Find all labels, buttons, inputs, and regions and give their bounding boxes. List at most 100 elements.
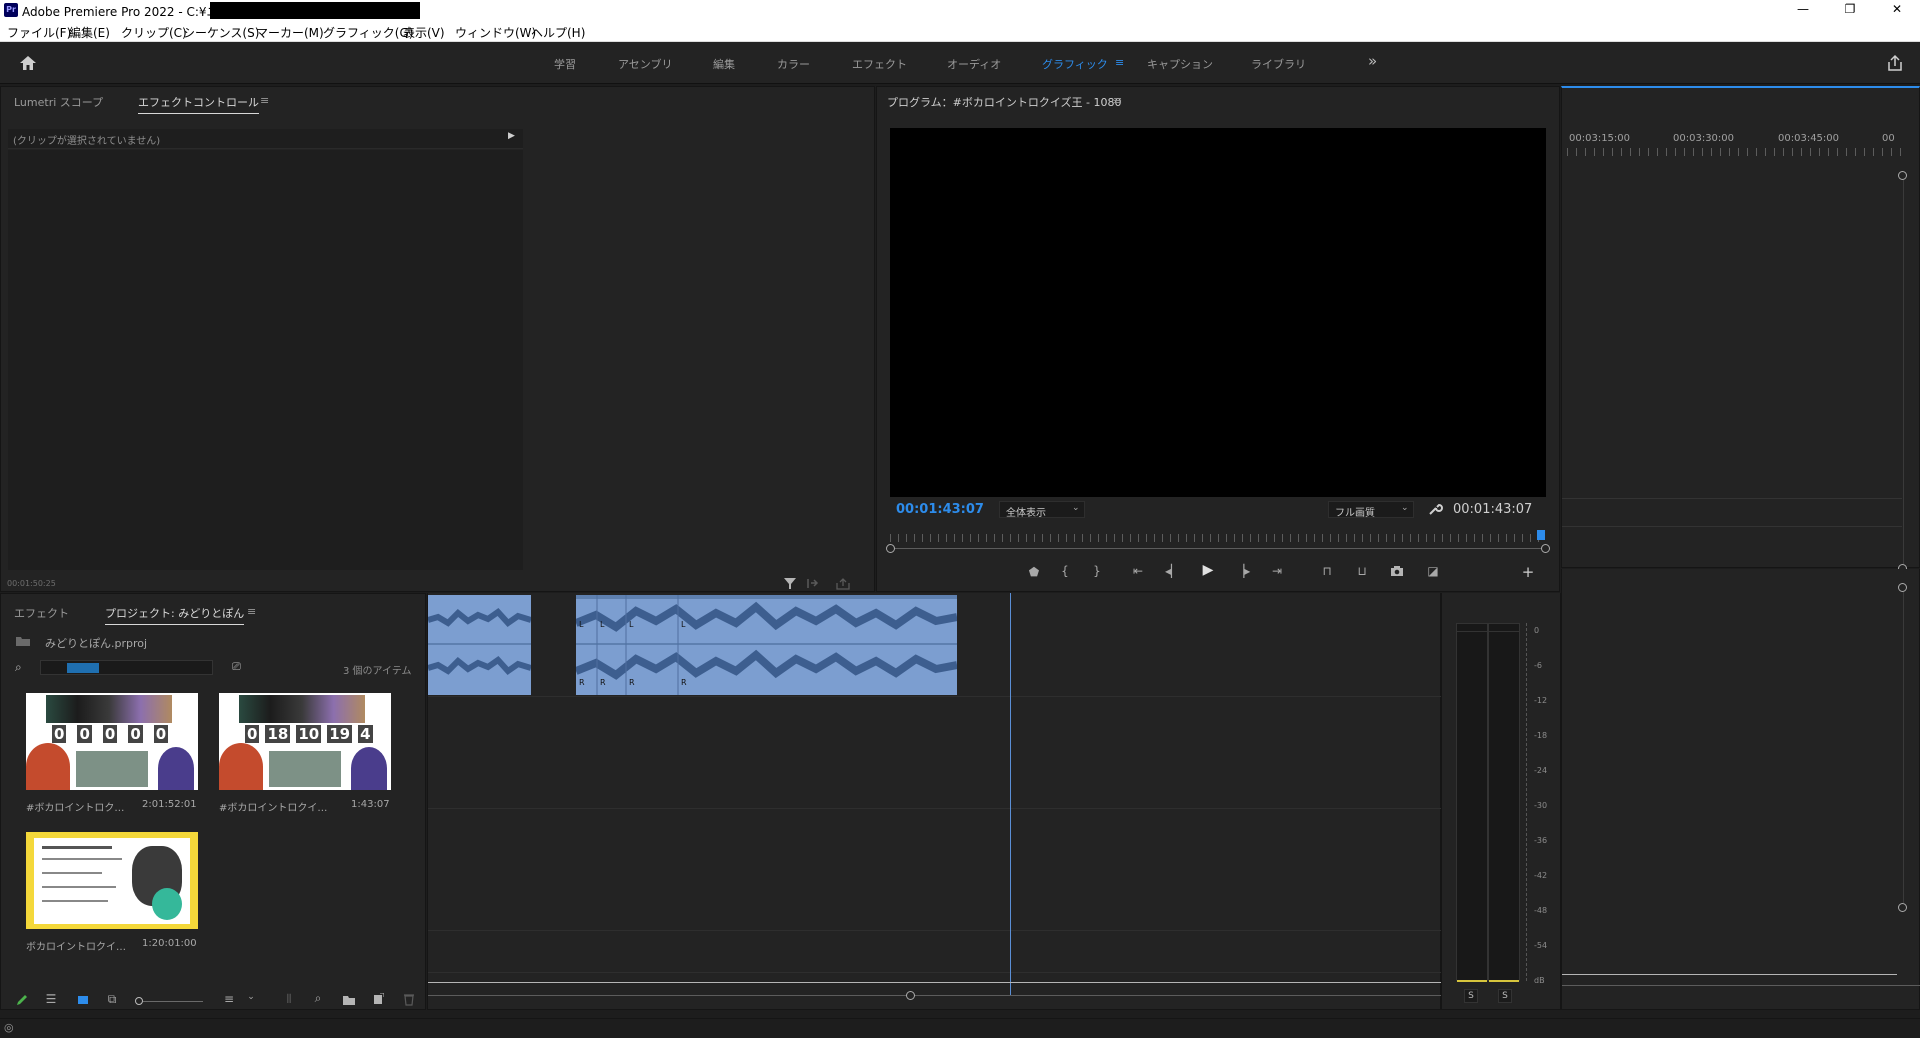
minimize-button[interactable]: — [1788,2,1818,19]
vertical-scrollbar-track[interactable] [1903,174,1904,567]
timeline-scrollbar-track[interactable] [428,995,1441,996]
expand-arrow-icon[interactable]: ▶ [508,131,515,141]
list-view-icon[interactable]: ☰ [43,992,59,1006]
automate-to-sequence-icon[interactable]: ⦀ [281,992,297,1007]
go-to-out-icon[interactable]: ⇥ [1269,564,1285,578]
chevron-down-icon[interactable]: ⌄ [246,992,256,1002]
zoom-slider-handle[interactable] [135,997,143,1005]
current-timecode[interactable]: 00:01:43:07 [896,502,984,517]
workspace-tab-captions[interactable]: キャプション [1147,56,1213,72]
tab-project[interactable]: プロジェクト: みどりとぽん [105,605,245,625]
pencil-icon[interactable] [15,993,29,1007]
freeform-view-icon[interactable]: ⧉ [104,992,120,1007]
export-audio-icon[interactable] [806,577,820,590]
program-monitor-title[interactable]: プログラム：#ボカロイントロクイズ王 - 1080 [887,94,1122,110]
comparison-view-icon[interactable]: ◪ [1424,564,1442,578]
sort-icon[interactable]: ≡ [221,992,237,1006]
solo-right-button[interactable]: S [1498,989,1512,1003]
scroll-handle-top[interactable] [1898,171,1907,180]
close-button[interactable]: ✕ [1882,2,1912,19]
zoom-slider-track[interactable] [143,1001,203,1002]
solo-left-button[interactable]: S [1464,989,1478,1003]
slide-image [34,838,190,924]
zoom-scroll-track[interactable] [890,548,1546,549]
audio-clip[interactable] [428,595,531,695]
track-divider [428,696,1441,697]
new-search-bin-icon[interactable]: ⎚ [232,660,241,674]
add-button-icon[interactable]: + [1521,563,1535,581]
meter-channel-right [1488,623,1520,982]
cloud-sync-icon[interactable]: ◎ [4,1021,14,1034]
menu-marker[interactable]: マーカー(M) [256,24,324,41]
workspace-tab-audio[interactable]: オーディオ [947,56,1001,72]
playhead-marker[interactable] [1537,530,1545,540]
menu-graphics[interactable]: グラフィック(G) [323,24,413,41]
filter-icon[interactable] [783,577,797,590]
search-input[interactable] [40,660,213,675]
add-marker-icon[interactable]: ⬟ [1027,565,1041,579]
step-back-icon[interactable]: ◂▏ [1165,564,1180,578]
mark-in-icon[interactable]: { [1058,564,1072,578]
scroll-handle-top[interactable] [1898,583,1907,592]
more-workspaces-icon[interactable]: » [1368,52,1377,70]
extract-icon[interactable]: ⊔ [1353,564,1371,578]
project-item[interactable]: 0 0 0 0 0 #ボカロイントロク… 2:01:52:01 [18,693,204,823]
camera-icon[interactable] [1390,565,1404,577]
trash-icon[interactable] [403,993,415,1006]
project-item[interactable]: ボカロイントロクイ… 1:20:01:00 [18,832,204,962]
menu-sequence[interactable]: シーケンス(S) [183,24,259,41]
audio-clip[interactable]: L L L L R R R R [576,595,957,695]
wrench-icon[interactable] [1427,501,1443,517]
channel-label-left: L [629,620,634,629]
home-icon[interactable] [18,54,38,72]
program-video-display[interactable] [890,128,1546,497]
play-icon[interactable]: ▶ [1200,562,1216,578]
track-divider [428,930,1441,931]
share-icon[interactable] [1886,54,1904,72]
tab-effects[interactable]: エフェクト [14,605,69,621]
meter-divider [1456,631,1520,632]
track-divider [428,808,1441,809]
find-icon[interactable]: ⌕ [310,991,326,1006]
timeline-scroll-handle[interactable] [906,991,915,1000]
workspace-tab-graphics[interactable]: グラフィック [1042,56,1108,72]
zoom-handle-left[interactable] [886,544,895,553]
workspace-tab-effects[interactable]: エフェクト [852,56,907,72]
zoom-handle-right[interactable] [1541,544,1550,553]
tab-effect-controls[interactable]: エフェクトコントロール [138,94,259,114]
go-to-in-icon[interactable]: ⇤ [1130,564,1146,578]
new-bin-icon[interactable] [342,994,356,1006]
workspace-tab-color[interactable]: カラー [777,56,810,72]
workspace-tab-editing[interactable]: 編集 [713,56,735,72]
time-ruler[interactable] [890,534,1546,542]
menu-clip[interactable]: クリップ(C) [121,24,187,41]
icon-view-icon[interactable] [78,996,88,1004]
menu-help[interactable]: ヘルプ(H) [531,24,585,41]
workspace-tab-learn[interactable]: 学習 [554,56,576,72]
restore-button[interactable]: ❐ [1835,2,1865,19]
project-item[interactable]: 0 18 10 19 4 #ボカロイントロクイ… 1:43:07 [211,693,397,823]
menu-edit[interactable]: 編集(E) [69,24,110,41]
program-menu-icon[interactable]: ≡ [1113,94,1122,107]
playback-resolution-select[interactable]: フル画質 ⌄ [1328,501,1414,519]
lift-icon[interactable]: ⊓ [1318,564,1336,578]
menu-file[interactable]: ファイル(F) [7,24,71,41]
menu-window[interactable]: ウィンドウ(W) [455,24,536,41]
audio-meter-panel: 0 -6 -12 -18 -24 -30 -36 -42 -48 -54 dB … [1441,593,1561,1010]
workspace-tab-libraries[interactable]: ライブラリ [1251,56,1306,72]
vertical-scrollbar-track[interactable] [1903,583,1904,903]
new-item-icon[interactable] [372,993,384,1006]
tab-lumetri-scopes[interactable]: Lumetri スコープ [14,94,103,110]
export-clip-icon[interactable] [836,577,850,590]
panel-menu-icon[interactable]: ≡ [260,94,269,107]
scroll-handle-bottom[interactable] [1898,903,1907,912]
timeline-scrollbar-track[interactable] [1562,985,1920,986]
zoom-level-select[interactable]: 全体表示 ⌄ [999,501,1085,519]
mark-out-icon[interactable]: } [1090,564,1104,578]
step-forward-icon[interactable]: ▕▸ [1235,564,1250,578]
project-menu-icon[interactable]: ≡ [247,605,256,618]
workspace-tab-assembly[interactable]: アセンブリ [618,56,672,72]
playhead-line[interactable] [1010,593,1011,995]
workspace-menu-icon[interactable]: ≡ [1115,56,1124,69]
menu-view[interactable]: 表示(V) [403,24,445,41]
